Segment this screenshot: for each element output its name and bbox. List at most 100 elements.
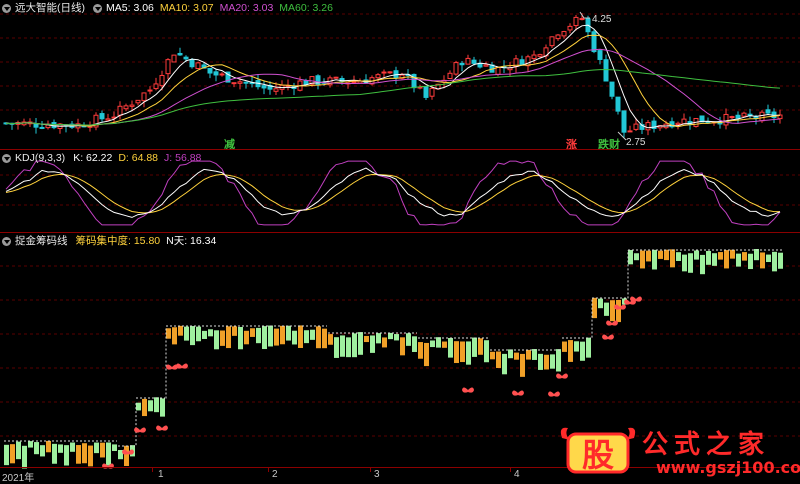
- candle-body: [183, 56, 189, 60]
- chip-block-orange: [328, 334, 333, 345]
- ma-indicators: MA5: 3.06 MA10: 3.07 MA20: 3.03 MA60: 3.26: [106, 1, 333, 15]
- candle-body: [159, 74, 165, 87]
- chip-block-green: [52, 443, 57, 464]
- chip-block-green: [598, 298, 603, 309]
- chip-block-green: [64, 445, 69, 466]
- panel-divider-2: [0, 232, 800, 233]
- axis-label-feb: 2: [272, 469, 278, 480]
- chip-block-green: [358, 332, 363, 355]
- butterfly-icon: [606, 320, 618, 326]
- stock-title: 远大智能(日线): [15, 2, 85, 14]
- chip-block-green: [628, 250, 633, 265]
- candle-body: [645, 122, 651, 131]
- chip-block-green: [28, 441, 33, 448]
- candle-body: [333, 76, 339, 79]
- chip-block-green: [334, 337, 339, 358]
- chip-block-orange: [322, 328, 327, 349]
- candle-body: [429, 87, 435, 97]
- chip-block-green: [748, 253, 753, 270]
- candle-body: [243, 81, 249, 84]
- chip-block-green: [394, 334, 399, 341]
- chip-block-green: [652, 249, 657, 270]
- chip-block-green: [376, 333, 381, 344]
- chip-block-green: [238, 326, 243, 350]
- candle-body: [261, 85, 267, 89]
- chip-block-orange: [424, 342, 429, 367]
- chip-block-orange: [460, 341, 465, 363]
- chip-block-green: [406, 333, 411, 346]
- chart-window: 4.25 2.75 减涨跌财 远大智能(日线) MA5: 3.06 MA10: 3.0…: [0, 0, 800, 484]
- chip-block-orange: [244, 330, 249, 345]
- candle-body: [195, 62, 201, 70]
- candle-body: [153, 83, 159, 90]
- candle-body: [393, 70, 399, 79]
- chip-block-green: [430, 340, 435, 348]
- candle-body: [129, 104, 135, 107]
- candle-body: [741, 112, 747, 117]
- chip-block-green: [688, 253, 693, 273]
- candle-body: [723, 113, 729, 126]
- candle-body: [729, 116, 735, 119]
- chip-block-orange: [10, 444, 15, 464]
- candle-body: [219, 73, 225, 76]
- candle-body: [759, 111, 765, 122]
- ma-menu-icon[interactable]: [93, 3, 102, 13]
- candle-body: [471, 59, 477, 64]
- chip-panel-legend: 捉金筹码线 筹码集中度: 15.80 N天: 16.34: [2, 234, 216, 248]
- chip-block-green: [436, 337, 441, 348]
- chip-block-orange: [46, 440, 51, 453]
- chip-block-orange: [280, 325, 285, 345]
- main-panel-menu-icon[interactable]: [2, 3, 11, 13]
- chip-block-orange: [76, 445, 81, 464]
- candle-body: [561, 31, 567, 37]
- axis-label-apr: 4: [514, 469, 520, 480]
- candle-body: [237, 81, 243, 84]
- chip-block-orange: [418, 342, 423, 359]
- chip-block-orange: [382, 337, 387, 348]
- chip-block-green: [556, 349, 561, 372]
- candle-body: [165, 59, 171, 75]
- chip-block-green: [160, 398, 165, 417]
- kdj-d-line: [5, 173, 780, 214]
- candle-body: [387, 71, 393, 74]
- chip-block-green: [706, 250, 711, 265]
- chip-block-green: [370, 335, 375, 353]
- chip-block-green: [202, 330, 207, 339]
- indicator-1: D: 64.88: [118, 152, 159, 164]
- chip-block-green: [4, 444, 9, 466]
- candle-body: [465, 57, 471, 65]
- chip-block-orange: [220, 330, 225, 346]
- chip-block-orange: [364, 335, 369, 343]
- chip-block-orange: [640, 250, 645, 269]
- chip-block-orange: [646, 250, 651, 262]
- butterfly-icon: [156, 425, 168, 431]
- indicator-0: 筹码集中度: 15.80: [75, 235, 161, 247]
- indicator-3: MA60: 3.26: [279, 2, 333, 14]
- candle-body: [573, 16, 579, 27]
- candle-body: [555, 34, 561, 40]
- candle-body: [381, 71, 387, 74]
- chip-block-green: [772, 251, 777, 272]
- kdj-menu-icon[interactable]: [2, 153, 11, 163]
- candle-body: [171, 54, 177, 63]
- chip-title: 捉金筹码线: [15, 235, 68, 247]
- chip-block-green: [586, 337, 591, 358]
- chip-block-green: [766, 254, 771, 263]
- chip-block-orange: [124, 445, 129, 466]
- chip-block-green: [388, 332, 393, 340]
- chip-block-orange: [664, 249, 669, 261]
- chip-block-orange: [490, 351, 495, 360]
- chip-block-green: [292, 330, 297, 345]
- candle-body: [735, 114, 741, 119]
- chip-block-green: [154, 397, 159, 413]
- chip-block-orange: [88, 445, 93, 467]
- candle-body: [627, 130, 633, 133]
- candle-body: [531, 54, 537, 60]
- chip-block-green: [538, 353, 543, 370]
- candle-body: [105, 118, 111, 121]
- kdj-indicators: K: 62.22 D: 64.88 J: 56.88: [73, 151, 201, 165]
- candle-body: [609, 81, 615, 97]
- kdj-j-line: [5, 160, 781, 226]
- chip-block-green: [304, 330, 309, 344]
- chip-menu-icon[interactable]: [2, 236, 11, 246]
